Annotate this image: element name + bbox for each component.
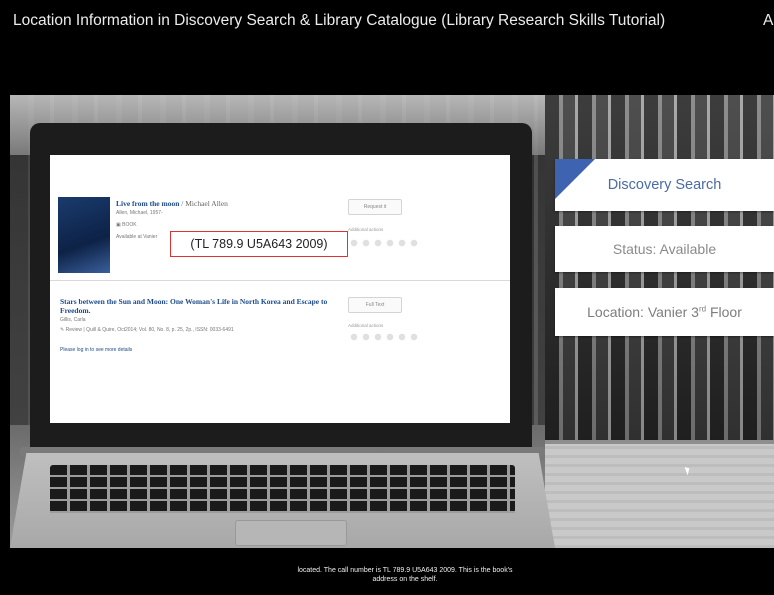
citation-text: Quill & Quire, Oct2014; Vol. 80, No. 8, …: [86, 327, 234, 333]
result-creator: Allen, Michael, 1957-: [116, 210, 163, 216]
result-format: ▣ BOOK: [116, 222, 137, 228]
login-link[interactable]: Please log in to see more details: [60, 347, 132, 353]
table-edge: [545, 440, 774, 444]
result-format-label: BOOK: [122, 222, 137, 228]
wooden-table: [545, 440, 774, 548]
video-title-bar: Location Information in Discovery Search…: [0, 0, 774, 95]
location-text: Location: Vanier 3rd Floor: [587, 304, 742, 320]
laptop-screen: Live from the moon / Michael Allen Allen…: [50, 155, 510, 423]
video-title[interactable]: Location Information in Discovery Search…: [13, 12, 665, 30]
availability-text: Available at Vanier: [116, 234, 158, 240]
full-text-button[interactable]: Full Text: [348, 297, 402, 313]
additional-actions-label: Additional actions: [348, 323, 384, 328]
result-citation: ✎ Review | Quill & Quire, Oct2014; Vol. …: [60, 327, 234, 333]
keyboard-rows: [50, 465, 515, 513]
video-frame[interactable]: Live from the moon / Michael Allen Allen…: [10, 95, 774, 548]
result-author: / Michael Allen: [179, 199, 228, 208]
action-icons[interactable]: [348, 333, 418, 341]
search-result-2: Stars between the Sun and Moon: One Woma…: [50, 281, 510, 423]
result-type: Review: [65, 327, 82, 333]
result-title[interactable]: Stars between the Sun and Moon: One Woma…: [60, 297, 330, 315]
accent-corner: [555, 159, 595, 199]
location-panel: Location: Vanier 3rd Floor: [555, 288, 774, 336]
additional-actions-label: Additional actions: [348, 227, 384, 232]
search-result-1: Live from the moon / Michael Allen Allen…: [50, 155, 510, 281]
result-title-text[interactable]: Live from the moon: [116, 199, 179, 208]
title-overflow: A: [763, 12, 774, 29]
status-panel: Status: Available: [555, 226, 774, 272]
call-number-callout: (TL 789.9 U5A643 2009): [170, 231, 348, 257]
result-title[interactable]: Live from the moon / Michael Allen: [116, 199, 228, 208]
request-button[interactable]: Request it: [348, 199, 402, 215]
action-icons[interactable]: [348, 239, 418, 247]
trackpad: [235, 520, 347, 546]
result-creator: Gillis, Carla: [60, 317, 86, 323]
subtitle-caption: located. The call number is TL 789.9 U5A…: [297, 567, 513, 583]
book-cover: [58, 197, 110, 273]
